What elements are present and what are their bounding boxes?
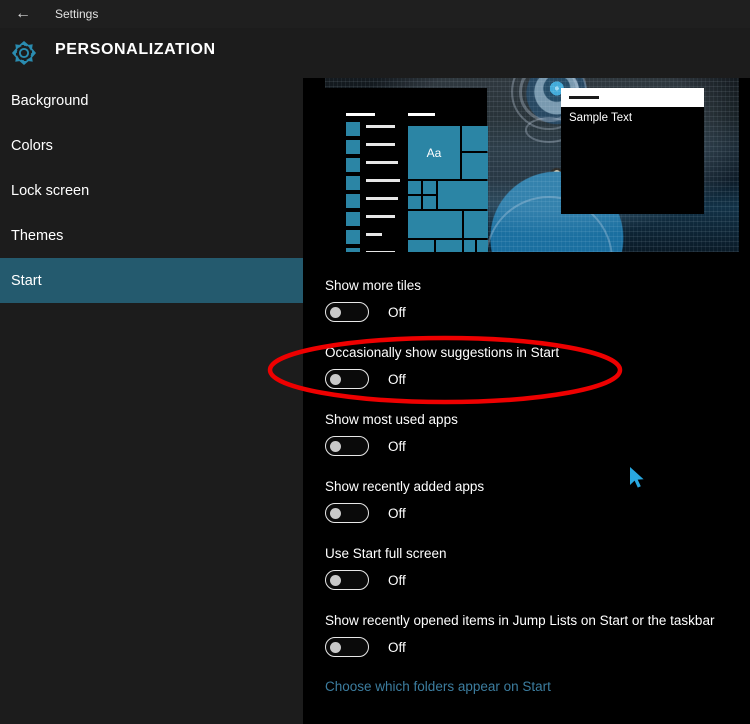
sidebar-item-background[interactable]: Background (0, 78, 303, 123)
preview-app-name-bar (366, 215, 395, 218)
preview-app-icon (346, 122, 360, 136)
preview-app-icon (346, 248, 360, 252)
preview-app-name-bar (366, 233, 382, 236)
sidebar-item-colors[interactable]: Colors (0, 123, 303, 168)
start-menu-preview: Aa Sample Text (325, 78, 739, 252)
sidebar: Background Colors Lock screen Themes Sta… (0, 78, 303, 724)
page-title: PERSONALIZATION (55, 41, 216, 58)
toggle-show-jump-lists[interactable] (325, 637, 369, 657)
setting-show-more-tiles: Show more tiles Off (325, 278, 745, 322)
settings-window: ← Settings PERSONALIZATION Background Co… (0, 0, 750, 724)
preview-app-icon (346, 176, 360, 190)
toggle-knob (330, 642, 341, 653)
preview-app-name-bar (366, 197, 398, 200)
toggle-row: Off (325, 637, 745, 657)
toggle-show-recently-added-apps[interactable] (325, 503, 369, 523)
toggle-row: Off (325, 570, 745, 590)
back-arrow-icon[interactable]: ← (12, 4, 34, 24)
preview-app-name-bar (366, 143, 395, 146)
preview-tile-small (423, 181, 436, 194)
toggle-row: Off (325, 436, 745, 456)
toggle-state-label: Off (388, 639, 406, 655)
window-title-bar: ← Settings (0, 0, 750, 28)
preview-tile-small (408, 240, 434, 252)
sidebar-item-label: Lock screen (11, 182, 90, 199)
gear-icon (9, 38, 39, 68)
toggle-row: Off (325, 302, 745, 322)
preview-tile-small (464, 240, 475, 252)
preview-tile-wide (438, 181, 488, 209)
preview-app-icon (346, 140, 360, 154)
toggle-knob (330, 508, 341, 519)
preview-app-name-column (366, 125, 400, 252)
setting-label: Show most used apps (325, 412, 458, 427)
setting-label: Show more tiles (325, 278, 422, 293)
preview-app-name-bar (366, 179, 400, 182)
preview-tile-letters: Aa (426, 145, 442, 160)
toggle-state-label: Off (388, 572, 406, 588)
preview-tile (462, 153, 488, 179)
preview-tile (464, 211, 488, 238)
preview-app-name-bar (366, 161, 398, 164)
preview-tile-small (423, 196, 436, 209)
preview-app-icon (346, 230, 360, 244)
sidebar-item-start[interactable]: Start (0, 258, 303, 303)
toggle-knob (330, 441, 341, 452)
setting-occasionally-show-suggestions: Occasionally show suggestions in Start O… (325, 345, 745, 389)
main-content: Aa Sample Text Show more tiles Off Occas… (303, 78, 750, 724)
setting-label: Use Start full screen (325, 546, 447, 561)
preview-tile-large: Aa (408, 126, 460, 179)
toggle-knob (330, 575, 341, 586)
preview-tile (462, 126, 488, 151)
toggle-state-label: Off (388, 438, 406, 454)
sidebar-item-themes[interactable]: Themes (0, 213, 303, 258)
sidebar-item-label: Background (11, 92, 89, 109)
preview-app-icon (346, 194, 360, 208)
preview-start-panel: Aa (325, 88, 488, 252)
toggle-knob (330, 307, 341, 318)
preview-app-icon (346, 212, 360, 226)
setting-show-most-used-apps: Show most used apps Off (325, 412, 745, 456)
sidebar-item-label: Themes (11, 227, 64, 244)
setting-label: Show recently opened items in Jump Lists… (325, 613, 715, 628)
toggle-state-label: Off (388, 505, 406, 521)
toggle-state-label: Off (388, 371, 406, 387)
preview-app-name-bar (366, 251, 395, 252)
app-title: Settings (55, 7, 99, 21)
setting-use-start-full-screen: Use Start full screen Off (325, 546, 745, 590)
setting-show-recently-added-apps: Show recently added apps Off (325, 479, 745, 523)
preview-tile-wide (408, 211, 462, 238)
setting-show-jump-lists: Show recently opened items in Jump Lists… (325, 613, 745, 657)
preview-tile-small (477, 240, 488, 252)
setting-label: Occasionally show suggestions in Start (325, 345, 560, 360)
preview-sample-window: Sample Text (561, 88, 704, 214)
sidebar-item-label: Start (11, 272, 42, 289)
toggle-use-start-full-screen[interactable] (325, 570, 369, 590)
toggle-row: Off (325, 369, 745, 389)
toggle-row: Off (325, 503, 745, 523)
choose-folders-link[interactable]: Choose which folders appear on Start (325, 679, 551, 694)
mouse-cursor (630, 467, 644, 488)
preview-sample-text: Sample Text (569, 112, 633, 124)
toggle-show-most-used-apps[interactable] (325, 436, 369, 456)
setting-label: Show recently added apps (325, 479, 485, 494)
sidebar-item-label: Colors (11, 137, 53, 154)
toggle-occasionally-show-suggestions[interactable] (325, 369, 369, 389)
preview-tile-small (436, 240, 462, 252)
preview-app-icon (346, 158, 360, 172)
preview-account-bar (346, 113, 375, 116)
preview-tile-small (408, 181, 421, 194)
sidebar-item-lock-screen[interactable]: Lock screen (0, 168, 303, 213)
preview-app-icon-column (346, 122, 360, 252)
preview-app-name-bar (366, 125, 395, 128)
toggle-state-label: Off (388, 304, 406, 320)
preview-window-title-bar-line (569, 96, 599, 99)
toggle-show-more-tiles[interactable] (325, 302, 369, 322)
preview-tile-grid: Aa (408, 126, 488, 252)
preview-group-title-bar (408, 113, 435, 116)
preview-tile-small (408, 196, 421, 209)
toggle-knob (330, 374, 341, 385)
